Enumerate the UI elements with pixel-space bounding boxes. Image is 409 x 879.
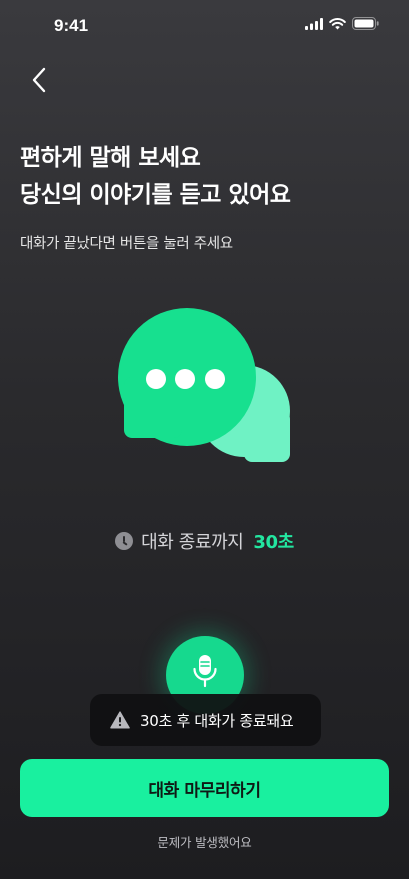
toast-notification: 30초 후 대화가 종료돼요 — [90, 694, 321, 746]
chevron-left-icon — [32, 67, 46, 93]
battery-icon — [352, 17, 379, 30]
dot-2 — [175, 369, 195, 389]
timer-row: 대화 종료까지 30초 — [0, 528, 409, 554]
dot-1 — [146, 369, 166, 389]
chat-bubbles-icon — [118, 308, 298, 478]
microphone-icon — [193, 655, 217, 688]
headline: 편하게 말해 보세요 당신의 이야기를 듣고 있어요 — [20, 140, 291, 214]
report-problem-link[interactable]: 문제가 발생했어요 — [0, 832, 409, 851]
headline-line-2: 당신의 이야기를 듣고 있어요 — [20, 182, 291, 208]
timer-value: 30초 — [253, 532, 294, 553]
headline-line-1: 편하게 말해 보세요 — [20, 145, 201, 171]
dot-3 — [205, 369, 225, 389]
subtext: 대화가 끝났다면 버튼을 눌러 주세요 — [20, 236, 233, 252]
back-button[interactable] — [22, 60, 56, 100]
status-time: 9:41 — [54, 16, 89, 35]
clock-icon — [115, 532, 134, 550]
status-bar: 9:41 — [0, 0, 409, 50]
wifi-icon — [329, 17, 346, 29]
timer-label: 대화 종료까지 — [141, 532, 244, 553]
status-icons — [305, 17, 379, 30]
toast-text: 30초 후 대화가 종료돼요 — [140, 711, 294, 730]
warning-icon — [110, 711, 130, 729]
signal-icon — [305, 17, 323, 30]
finish-conversation-button[interactable]: 대화 마무리하기 — [20, 759, 389, 817]
